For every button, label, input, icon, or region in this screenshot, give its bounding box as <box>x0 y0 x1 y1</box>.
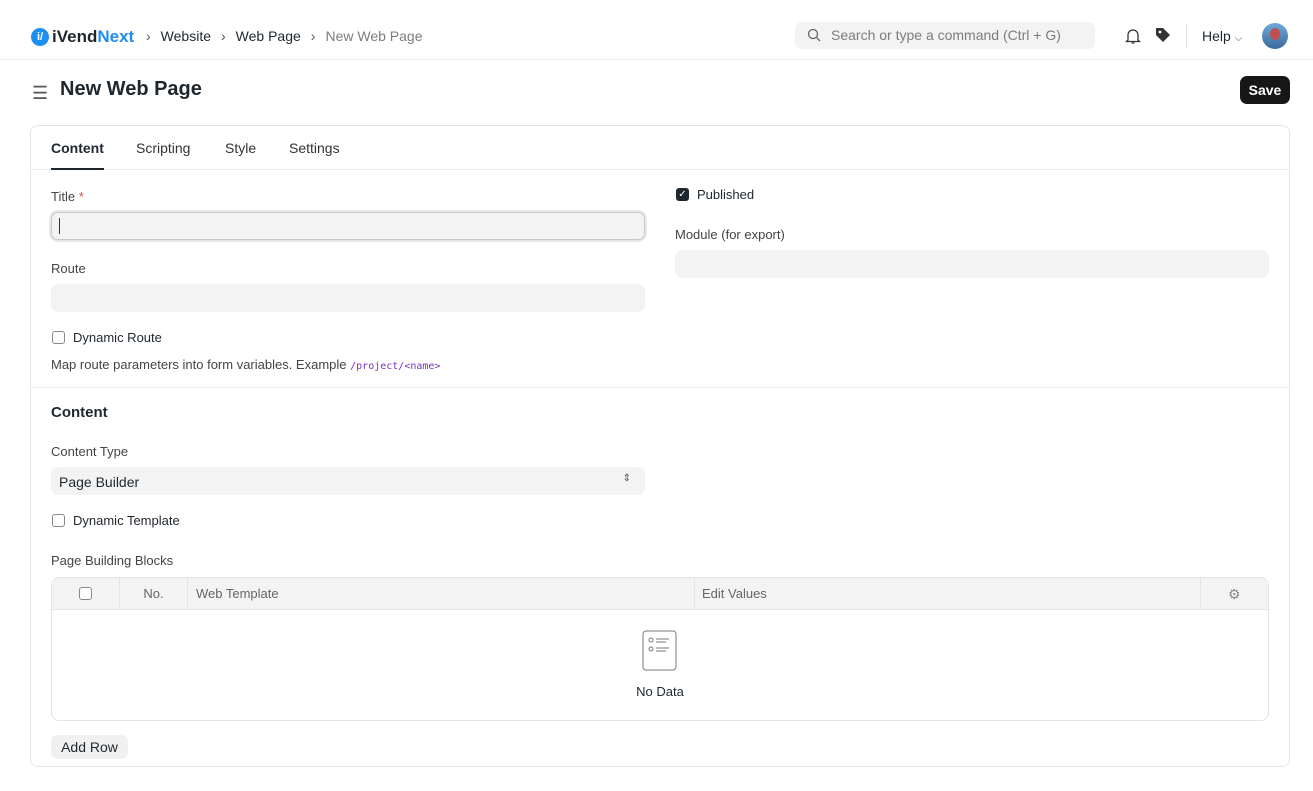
save-button[interactable]: Save <box>1240 76 1290 104</box>
sidebar-toggle-icon[interactable]: ☰ <box>32 83 48 104</box>
breadcrumb: › Website › Web Page › New Web Page <box>146 28 422 44</box>
breadcrumb-web-page[interactable]: Web Page <box>236 28 301 44</box>
select-arrows-icon: ⇕ <box>622 473 631 484</box>
module-label: Module (for export) <box>675 227 785 242</box>
tab-settings[interactable]: Settings <box>289 140 340 156</box>
route-input[interactable] <box>51 284 645 312</box>
module-input[interactable] <box>675 250 1269 278</box>
search-input[interactable]: Search or type a command (Ctrl + G) <box>795 22 1095 49</box>
content-type-value: Page Builder <box>59 474 140 490</box>
blocks-label: Page Building Blocks <box>51 553 174 568</box>
chevron-right-icon: › <box>310 28 316 44</box>
chevron-down-icon: ⌵ <box>1234 33 1243 44</box>
bell-icon[interactable] <box>1125 27 1141 45</box>
required-mark: * <box>78 189 84 204</box>
route-help: Map route parameters into form variables… <box>51 357 351 372</box>
search-placeholder: Search or type a command (Ctrl + G) <box>831 27 1061 43</box>
blocks-table: No. Web Template Edit Values ⚙ No Data <box>51 577 1269 721</box>
avatar[interactable] <box>1262 23 1288 49</box>
content-type-label: Content Type <box>51 444 129 459</box>
column-web-template: Web Template <box>188 578 695 610</box>
table-header: No. Web Template Edit Values ⚙ <box>52 578 1268 610</box>
breadcrumb-website[interactable]: Website <box>161 28 211 44</box>
tag-icon[interactable] <box>1155 27 1171 43</box>
dynamic-template-checkbox[interactable] <box>52 514 65 527</box>
gear-icon[interactable]: ⚙ <box>1228 586 1241 603</box>
title-label-text: Title <box>51 189 76 204</box>
tab-scripting[interactable]: Scripting <box>136 140 190 156</box>
chevron-right-icon: › <box>221 28 226 44</box>
dynamic-route-checkbox[interactable] <box>52 331 65 344</box>
content-type-select[interactable]: Page Builder ⇕ <box>51 467 645 495</box>
add-row-button[interactable]: Add Row <box>51 735 128 759</box>
empty-list-icon <box>642 630 677 671</box>
title-label: Title * <box>51 189 84 204</box>
help-label: Help <box>1202 28 1231 44</box>
text-cursor <box>59 218 60 234</box>
route-help-code: /project/<name> <box>350 361 441 372</box>
column-no: No. <box>120 578 188 610</box>
breadcrumb-current: New Web Page <box>325 28 423 44</box>
published-label: Published <box>697 187 755 202</box>
select-all-cell <box>52 578 120 610</box>
published-checkbox[interactable]: ✓ <box>676 188 689 201</box>
help-dropdown[interactable]: Help ⌵ <box>1202 28 1242 44</box>
column-edit-values: Edit Values <box>695 578 1201 610</box>
search-icon <box>807 28 821 42</box>
tab-bar: Content Scripting Style Settings <box>31 126 1289 170</box>
select-all-checkbox[interactable] <box>79 587 92 600</box>
title-input[interactable] <box>51 212 645 240</box>
brand-name: iVend <box>52 27 98 46</box>
form-card: Content Scripting Style Settings Title *… <box>30 125 1290 767</box>
page-title: New Web Page <box>60 78 202 100</box>
brand-logo[interactable]: i/ iVend Next <box>31 27 134 47</box>
tab-content[interactable]: Content <box>51 140 104 170</box>
route-label: Route <box>51 261 86 276</box>
content-section-heading: Content <box>51 404 108 421</box>
no-data-text: No Data <box>636 684 684 699</box>
brand-name-accent: Next <box>97 27 135 46</box>
chevron-right-icon: › <box>146 28 151 44</box>
dynamic-route-label: Dynamic Route <box>73 330 162 345</box>
section-divider <box>31 387 1289 388</box>
dynamic-template-label: Dynamic Template <box>73 513 180 528</box>
logo-icon: i/ <box>31 28 49 46</box>
tab-style[interactable]: Style <box>225 140 256 156</box>
navbar: i/ iVend Next › Website › Web Page › New … <box>0 0 1313 60</box>
divider <box>1186 24 1187 48</box>
route-help-text: Map route parameters into form variables… <box>51 357 440 372</box>
